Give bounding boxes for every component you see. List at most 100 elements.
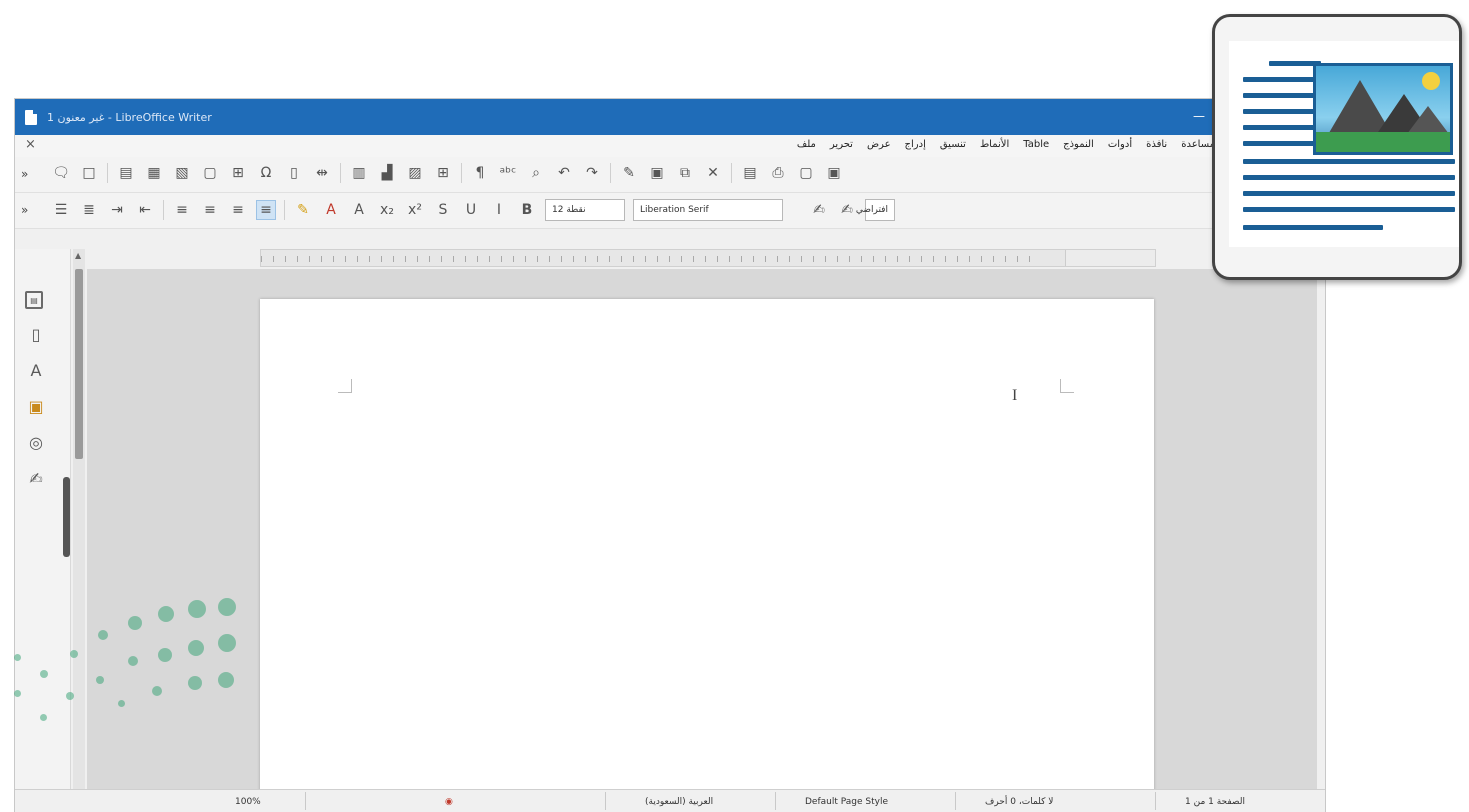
bar-chart-icon[interactable]: ▟ [377, 163, 397, 183]
menu-items: ملف تحرير عرض إدراج تنسيق الأنماط Table … [797, 139, 1215, 150]
new-style-icon[interactable]: ✍ [809, 200, 829, 220]
bold-icon[interactable]: B [517, 200, 537, 220]
paragraph-spacing-icon[interactable]: ☰ [51, 200, 71, 220]
menu-window[interactable]: نافذة [1146, 139, 1167, 150]
document-modified-icon[interactable]: ◉ [445, 795, 453, 809]
save-icon[interactable]: ▣ [824, 163, 844, 183]
chart-icon[interactable]: ▥ [349, 163, 369, 183]
font-color-icon[interactable]: A [321, 200, 341, 220]
sidebar-icons: ▤ ▯ A ▣ ◎ ✍ [25, 291, 47, 489]
status-divider [305, 792, 306, 810]
special-character-icon[interactable]: Ω [256, 163, 276, 183]
footnote-icon[interactable]: ▧ [172, 163, 192, 183]
document-page[interactable]: I [260, 299, 1154, 811]
menu-form[interactable]: النموذج [1063, 139, 1094, 150]
zoom-level[interactable]: 100% [235, 795, 261, 809]
formatting-marks-icon[interactable]: ¶ [470, 163, 490, 183]
landscape-picture-icon [1313, 63, 1453, 155]
character-shading-icon[interactable]: A [349, 200, 369, 220]
horizontal-ruler[interactable] [260, 249, 1156, 267]
menu-insert[interactable]: إدراج [905, 139, 926, 150]
menu-bar: × ملف تحرير عرض إدراج تنسيق الأنماط Tabl… [15, 135, 1325, 157]
increase-indent-icon[interactable]: ⇥ [107, 200, 127, 220]
sidebar-collapse-handle[interactable] [63, 477, 70, 557]
image-icon[interactable]: ▨ [405, 163, 425, 183]
menu-table[interactable]: Table [1023, 139, 1049, 150]
highlight-color-icon[interactable]: ✎ [293, 200, 313, 220]
strikethrough-icon[interactable]: S [433, 200, 453, 220]
page-break-icon[interactable]: ▢ [200, 163, 220, 183]
styles-icon[interactable]: A [25, 359, 47, 381]
toolbar-separator [610, 163, 611, 183]
word-count-indicator[interactable]: لا كلمات، 0 أحرف [985, 795, 1053, 809]
menu-format[interactable]: تنسيق [940, 139, 966, 150]
cut-icon[interactable]: ✕ [703, 163, 723, 183]
standard-toolbar-icons: 🗨 □ ▤ ▦ ▧ ▢ ⊞ Ω ▯ ⇹ ▥ ▟ ▨ ⊞ ¶ ᵃᵇᶜ ⌕ ↶ ↷ … [51, 163, 844, 183]
status-bar: 100% ◉ العربية (السعودية) Default Page S… [15, 789, 1325, 812]
status-divider [605, 792, 606, 810]
page-indicator[interactable]: الصفحة 1 من 1 [1185, 795, 1245, 809]
open-icon[interactable]: ▢ [796, 163, 816, 183]
align-left-icon[interactable]: ≡ [200, 200, 220, 220]
paste-icon[interactable]: ▣ [647, 163, 667, 183]
export-pdf-icon[interactable]: ▤ [740, 163, 760, 183]
toolbar-separator [107, 163, 108, 183]
status-divider [955, 792, 956, 810]
undo-icon[interactable]: ↶ [554, 163, 574, 183]
decrease-indent-icon[interactable]: ⇤ [135, 200, 155, 220]
update-style-icon[interactable]: ✍ [837, 200, 857, 220]
spelling-icon[interactable]: ᵃᵇᶜ [498, 163, 518, 183]
minimize-button[interactable]: — [1193, 109, 1205, 123]
line-spacing-icon[interactable]: ≣ [79, 200, 99, 220]
italic-icon[interactable]: I [489, 200, 509, 220]
subscript-icon[interactable]: x₂ [377, 200, 397, 220]
formatting-toolbar-icons: ☰ ≣ ⇥ ⇤ ≡ ≡ ≡ ≡ ✎ A A x₂ x² S U I B 12 ن… [51, 199, 895, 221]
menu-edit[interactable]: تحرير [830, 139, 853, 150]
align-justify-icon[interactable]: ≡ [172, 200, 192, 220]
page-style-indicator[interactable]: Default Page Style [805, 795, 888, 809]
clone-formatting-icon[interactable]: ✎ [619, 163, 639, 183]
navigator-icon[interactable]: ◎ [25, 431, 47, 453]
menu-help[interactable]: مساعدة [1181, 139, 1215, 150]
field-icon[interactable]: ⊞ [228, 163, 248, 183]
hyperlink-icon[interactable]: ▦ [144, 163, 164, 183]
scroll-up-icon[interactable]: ▲ [75, 251, 81, 260]
note-icon[interactable]: □ [79, 163, 99, 183]
close-document-button[interactable]: × [25, 137, 36, 152]
align-right-icon[interactable]: ≡ [256, 200, 276, 220]
manage-changes-icon[interactable]: ✍ [25, 467, 47, 489]
gallery-icon[interactable]: ▣ [25, 395, 47, 417]
comment-icon[interactable]: 🗨 [51, 163, 71, 183]
paragraph-style-field[interactable]: افتراضي [856, 199, 895, 221]
menu-tools[interactable]: أدوات [1108, 139, 1132, 150]
properties-icon[interactable]: ▤ [25, 291, 43, 309]
page-icon[interactable]: ▯ [25, 323, 47, 345]
print-icon[interactable]: ⎙ [768, 163, 788, 183]
superscript-icon[interactable]: x² [405, 200, 425, 220]
underline-icon[interactable]: U [461, 200, 481, 220]
toolbar-separator [340, 163, 341, 183]
toolbar-overflow-icon[interactable]: » [21, 203, 28, 217]
writer-document-icon [25, 109, 37, 125]
language-indicator[interactable]: العربية (السعودية) [645, 795, 713, 809]
standard-toolbar: » 🗨 □ ▤ ▦ ▧ ▢ ⊞ Ω ▯ ⇹ ▥ ▟ ▨ ⊞ ¶ ᵃᵇᶜ ⌕ ↶ … [15, 157, 1325, 193]
text-box-icon[interactable]: ▤ [116, 163, 136, 183]
menu-file[interactable]: ملف [797, 139, 816, 150]
font-size-field[interactable]: 12 نقطة [545, 199, 625, 221]
scrollbar-thumb[interactable] [75, 269, 83, 459]
stage: غير معنون 1 - LibreOffice Writer — × ملف… [0, 0, 1469, 812]
redo-icon[interactable]: ↷ [582, 163, 602, 183]
toolbar-overflow-icon[interactable]: » [21, 167, 28, 181]
column-icon[interactable]: ⇹ [312, 163, 332, 183]
menu-view[interactable]: عرض [867, 139, 891, 150]
table-icon[interactable]: ⊞ [433, 163, 453, 183]
title-bar: غير معنون 1 - LibreOffice Writer — [15, 99, 1325, 135]
window-title: غير معنون 1 - LibreOffice Writer [47, 110, 212, 124]
font-name-field[interactable]: Liberation Serif [633, 199, 783, 221]
menu-styles[interactable]: الأنماط [980, 139, 1009, 150]
copy-icon[interactable]: ⧉ [675, 163, 695, 183]
insert-page-icon[interactable]: ▯ [284, 163, 304, 183]
toolbar-separator [731, 163, 732, 183]
find-replace-icon[interactable]: ⌕ [526, 163, 546, 183]
align-center-icon[interactable]: ≡ [228, 200, 248, 220]
